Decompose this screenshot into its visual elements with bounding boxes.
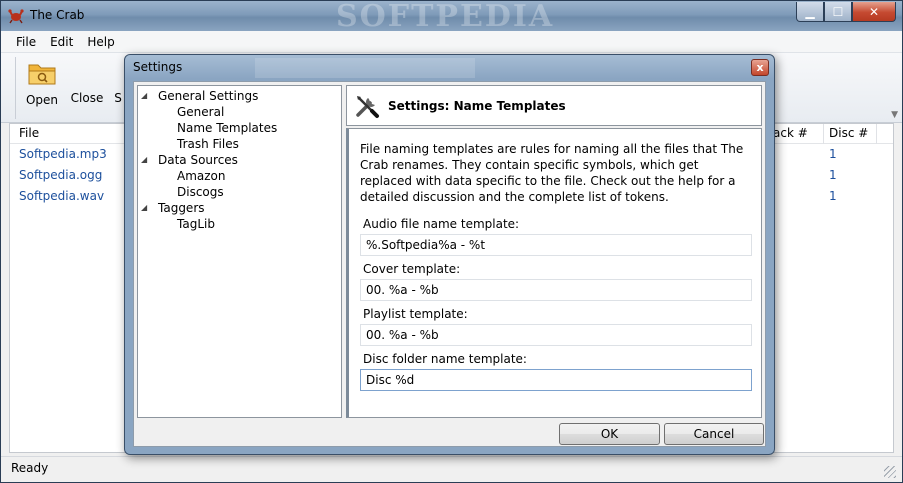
tree-node-amazon[interactable]: Amazon: [138, 168, 341, 184]
settings-tree[interactable]: ◢ General Settings General Name Templates…: [137, 85, 342, 418]
column-disc[interactable]: Disc #: [829, 126, 868, 140]
row-disc: 1: [829, 147, 837, 161]
row-disc: 1: [829, 168, 837, 182]
collapse-arrow-icon[interactable]: ◢: [141, 152, 147, 168]
crab-app-icon: [8, 9, 24, 24]
toolbar-button-s[interactable]: S: [111, 91, 125, 105]
close-icon: ✕: [868, 4, 880, 19]
dialog-title: Settings: [133, 60, 183, 74]
tree-node-label: Trash Files: [177, 137, 239, 151]
tree-node-discogs[interactable]: Discogs: [138, 184, 341, 200]
settings-dialog: Settings x ◢ General Settings General Nam…: [124, 54, 775, 455]
settings-panel-header: Settings: Name Templates: [346, 85, 762, 126]
panel-description: File naming templates are rules for nami…: [360, 142, 744, 204]
collapse-arrow-icon[interactable]: ◢: [141, 200, 147, 216]
tree-node-name-templates[interactable]: Name Templates: [138, 120, 341, 136]
dialog-title-glass: [255, 58, 475, 78]
tree-node-label: Discogs: [177, 185, 224, 199]
watermark-text: SOFTPEDIA: [336, 0, 555, 34]
maximize-button[interactable]: ☐: [824, 2, 852, 22]
cover-template-input[interactable]: [360, 279, 752, 301]
disc-folder-template-input[interactable]: [360, 369, 752, 391]
collapse-arrow-icon[interactable]: ◢: [141, 88, 147, 104]
tree-node-label: TagLib: [177, 217, 215, 231]
close-button[interactable]: Close: [69, 91, 105, 105]
open-button[interactable]: Open: [25, 59, 59, 107]
tree-node-data-sources[interactable]: ◢ Data Sources: [138, 152, 341, 168]
menu-file[interactable]: File: [9, 35, 43, 49]
audio-template-label: Audio file name template:: [363, 217, 520, 231]
window-title: The Crab: [30, 8, 85, 22]
tree-node-label: General: [177, 105, 225, 119]
settings-panel-body: File naming templates are rules for nami…: [346, 128, 762, 418]
dialog-close-button[interactable]: x: [751, 59, 769, 76]
tree-node-label: Amazon: [177, 169, 226, 183]
column-track[interactable]: ack #: [773, 126, 808, 140]
status-bar: Ready: [1, 456, 902, 482]
tree-node-label: Data Sources: [158, 153, 238, 167]
minimize-icon: ▁: [805, 4, 815, 19]
toolbar-scroll-down-icon[interactable]: ▼: [891, 110, 898, 120]
column-file[interactable]: File: [19, 126, 39, 140]
open-label: Open: [25, 93, 59, 107]
toolbar-separator: [15, 57, 16, 119]
tree-node-general-settings[interactable]: ◢ General Settings: [138, 88, 341, 104]
tree-node-label: Name Templates: [177, 121, 278, 135]
folder-open-icon: [28, 64, 56, 85]
tree-node-trash-files[interactable]: Trash Files: [138, 136, 341, 152]
panel-title: Settings: Name Templates: [388, 99, 566, 113]
close-label: Close: [70, 91, 104, 105]
tree-node-taggers[interactable]: ◢ Taggers: [138, 200, 341, 216]
cancel-button[interactable]: Cancel: [664, 423, 764, 445]
maximize-icon: ☐: [832, 4, 844, 19]
toolbar-third-label: S: [114, 91, 122, 105]
row-file: Softpedia.ogg: [19, 168, 103, 182]
tree-node-label: Taggers: [158, 201, 205, 215]
audio-template-input[interactable]: [360, 234, 752, 256]
row-file: Softpedia.wav: [19, 189, 105, 203]
disc-folder-template-label: Disc folder name template:: [363, 352, 527, 366]
playlist-template-input[interactable]: [360, 324, 752, 346]
close-icon: x: [756, 61, 764, 74]
cover-template-label: Cover template:: [363, 262, 461, 276]
close-window-button[interactable]: ✕: [852, 2, 896, 22]
status-text: Ready: [11, 461, 49, 475]
column-separator: [876, 124, 877, 144]
playlist-template-label: Playlist template:: [363, 307, 468, 321]
tree-node-general[interactable]: General: [138, 104, 341, 120]
dialog-client: ◢ General Settings General Name Templates…: [133, 81, 766, 447]
row-file: Softpedia.mp3: [19, 147, 107, 161]
row-disc: 1: [829, 189, 837, 203]
menu-bar: File Edit Help: [1, 31, 902, 53]
wrench-screwdriver-icon: [356, 96, 379, 118]
tree-node-label: General Settings: [158, 89, 259, 103]
minimize-button[interactable]: ▁: [796, 2, 824, 22]
menu-edit[interactable]: Edit: [43, 35, 80, 49]
column-separator: [823, 124, 824, 144]
ok-button[interactable]: OK: [559, 423, 660, 445]
resize-grip-icon[interactable]: [884, 466, 896, 478]
title-bar[interactable]: SOFTPEDIA The Crab ▁ ☐ ✕: [1, 0, 902, 34]
tree-node-taglib[interactable]: TagLib: [138, 216, 341, 232]
menu-help[interactable]: Help: [80, 35, 121, 49]
